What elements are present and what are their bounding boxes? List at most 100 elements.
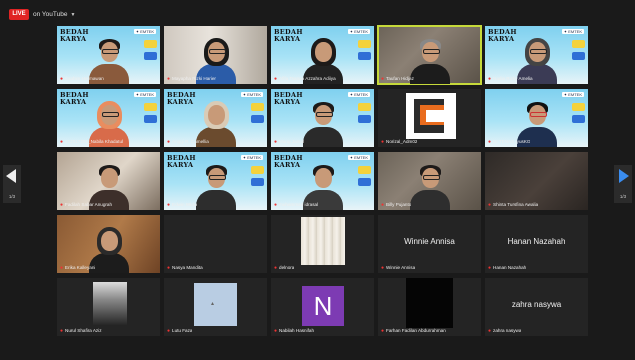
page-count-right: 1/3 [619, 194, 627, 199]
mic-muted-icon: ● [167, 265, 171, 271]
sticker-icon [144, 103, 157, 111]
video-tile[interactable]: ● Mayapha Rizki Harier [164, 26, 267, 84]
mic-muted-icon: ● [167, 202, 171, 208]
video-tile[interactable]: BEDAH KARYA ✦ EMTEK ● Nadia Rizky Amelia [485, 26, 588, 84]
video-tile[interactable]: ▴ ● Lutu Faza [164, 278, 267, 336]
mic-muted-icon: ● [274, 76, 278, 82]
participant-name: ● Lutu Faza [167, 328, 193, 334]
prev-page-button[interactable]: 1/3 [3, 165, 21, 203]
participant-name: ● Farhan Fadilan Abdurrahman [381, 328, 446, 334]
video-tile[interactable]: ● Shinta Tursfina Awalia [485, 152, 588, 210]
participant-name: ● DI TENAS IyusKG [488, 139, 531, 145]
sticker-icon [358, 178, 371, 186]
sticker-icon [251, 166, 264, 174]
participant-name: ● Taufan Hidjaz [381, 76, 414, 82]
sponsor-logo: ✦ EMTEK [133, 92, 156, 97]
sticker-icon [144, 40, 157, 48]
sticker-icon [358, 52, 371, 60]
video-tile[interactable]: ✦ EMTEK ● DI TENAS IyusKG [485, 89, 588, 147]
video-tile[interactable]: BEDAH KARYA ✦ EMTEK ● Afifa Tsanaa Azzahr… [271, 26, 374, 84]
mic-muted-icon: ● [60, 202, 64, 208]
participant-name: ● Ibrahim Hermawan [60, 76, 104, 82]
profile-photo: ▴ [194, 283, 237, 326]
chevron-right-icon [619, 169, 629, 183]
video-tile-active-speaker[interactable]: ● Taufan Hidjaz [377, 25, 482, 85]
video-tile[interactable]: N ● Nabilah Hasnifah [271, 278, 374, 336]
display-name: Winnie Annisa [404, 237, 455, 246]
page-count-left: 1/3 [8, 194, 16, 199]
video-tile[interactable]: BEDAH KARYA ✦ EMTEK ● Edwin Widia [164, 152, 267, 210]
participant-name: ● Shinta Tursfina Awalia [488, 202, 539, 208]
participant-name: ● Winnie Annisa [381, 265, 416, 271]
mic-muted-icon: ● [488, 76, 492, 82]
image-icon: ▴ [211, 301, 215, 307]
participant-name: ● Hanan Nazahah [488, 265, 527, 271]
sticker-icon [251, 115, 264, 123]
participant-name: ● Mayapha Rizki Harier [167, 76, 216, 82]
participant-video [409, 162, 450, 210]
mic-muted-icon: ● [381, 202, 385, 208]
sticker-icon [358, 166, 371, 174]
sponsor-logo: ✦ EMTEK [347, 29, 370, 34]
mic-muted-icon: ● [60, 328, 64, 334]
participant-name: ● Fadilah Sabar Anugrah [60, 202, 113, 208]
sponsor-logo: ✦ EMTEK [561, 29, 584, 34]
platform-label: on YouTube [33, 11, 68, 18]
video-tile[interactable]: Winnie Annisa ● Winnie Annisa [378, 215, 481, 273]
next-page-button[interactable]: 1/3 [614, 165, 632, 203]
chevron-down-icon: ▼ [70, 12, 76, 18]
mic-muted-icon: ● [274, 265, 278, 271]
participant-video [409, 36, 450, 84]
mic-muted-icon: ● [381, 328, 385, 334]
video-tile[interactable]: ● Billy Pujanto [378, 152, 481, 210]
sticker-icon [251, 178, 264, 186]
video-tile[interactable]: ● Nasya Mandita [164, 215, 267, 273]
participant-name: ● Norizal_Adm02 [381, 139, 418, 145]
mic-muted-icon: ● [381, 265, 385, 271]
video-tile[interactable]: zahra nasywa ● zahra nasywa [485, 278, 588, 336]
participant-name: ● muhammad idrasal [274, 202, 319, 208]
video-tile[interactable]: BEDAH KARYA ✦ EMTEK ● Mang Jamal [271, 89, 374, 147]
participant-name: ● Nasya Mandita [167, 265, 203, 271]
participant-name: ● Erika Kalleyani [60, 265, 96, 271]
video-tile[interactable]: ● Farhan Fadilan Abdurrahman [378, 278, 481, 336]
sticker-icon [358, 103, 371, 111]
video-tile[interactable]: ● Erika Kalleyani [57, 215, 160, 273]
participant-video [406, 278, 453, 328]
video-tile[interactable]: ● delnora [271, 215, 374, 273]
participant-name: ● Mang Jamal [274, 139, 305, 145]
sponsor-logo: ✦ EMTEK [240, 92, 263, 97]
sticker-icon [572, 103, 585, 111]
participant-name: ● Nadia Rizky Amelia [488, 76, 533, 82]
video-tile[interactable]: Hanan Nazahah ● Hanan Nazahah [485, 215, 588, 273]
youtube-dropdown[interactable]: on YouTube ▼ [33, 9, 75, 21]
avatar: N [302, 286, 344, 326]
live-badge[interactable]: LIVE [9, 9, 29, 20]
video-tile[interactable]: BEDAH KARYA ✦ EMTEK ● muhammad idrasal [271, 152, 374, 210]
display-name: zahra nasywa [511, 300, 562, 309]
mic-muted-icon: ● [381, 76, 385, 82]
participant-video [302, 99, 343, 147]
sticker-icon [572, 40, 585, 48]
video-tile[interactable]: ● Norizal_Adm02 [378, 89, 481, 147]
video-tile[interactable]: ● Nurul Shafira Aziz [57, 278, 160, 336]
video-tile[interactable]: ● Fadilah Sabar Anugrah [57, 152, 160, 210]
sticker-icon [572, 52, 585, 60]
participant-name: ● Billy Pujanto [381, 202, 412, 208]
sponsor-logo: ✦ EMTEK [561, 92, 584, 97]
participant-video [301, 217, 345, 265]
profile-photo [93, 282, 127, 326]
sponsor-logo: ✦ EMTEK [347, 155, 370, 160]
sticker-icon [358, 115, 371, 123]
sticker-icon [144, 52, 157, 60]
mic-muted-icon: ● [60, 265, 64, 271]
participant-video [195, 162, 236, 210]
mic-muted-icon: ● [488, 139, 492, 145]
mic-muted-icon: ● [274, 139, 278, 145]
video-tile[interactable]: BEDAH KARYA ✦ EMTEK ● 212017205_Nabila Kh… [57, 89, 160, 147]
video-tile[interactable]: BEDAH KARYA ✦ EMTEK ● Anggi R. Camellia [164, 89, 267, 147]
participant-name: ● Anggi R. Camellia [167, 139, 209, 145]
mic-muted-icon: ● [381, 139, 385, 145]
top-bar: LIVE on YouTube ▼ [0, 0, 635, 26]
video-tile[interactable]: BEDAH KARYA ✦ EMTEK ● Ibrahim Hermawan [57, 26, 160, 84]
